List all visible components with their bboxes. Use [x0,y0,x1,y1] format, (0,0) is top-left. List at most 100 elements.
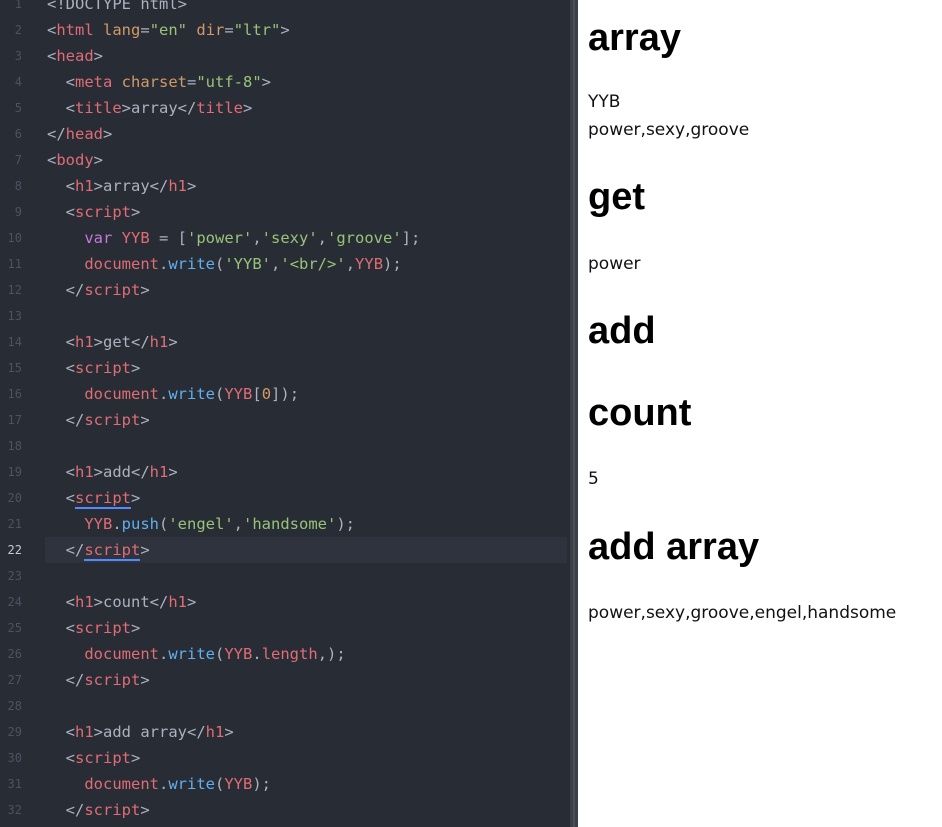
code-line[interactable]: <head> [47,43,567,69]
code-token: h1 [168,177,187,195]
code-token: script [75,203,131,221]
code-line[interactable]: var YYB = ['power','sexy','groove']; [47,225,567,251]
code-token: 'power' [187,229,253,247]
code-token: ); [336,515,356,533]
splitter-grip[interactable] [573,0,575,827]
code-line[interactable]: </script> [47,797,567,823]
line-number: 8 [14,179,22,193]
line-number: 12 [7,283,22,297]
code-line[interactable]: document.write(YYB.length,); [47,641,567,667]
code-line[interactable] [47,693,567,719]
code-line[interactable]: <script> [47,615,567,641]
code-token: ( [215,775,225,793]
code-token: "utf-8" [196,73,262,91]
code-line[interactable]: </head> [47,121,567,147]
code-token: > [224,723,234,741]
code-token: > [243,99,253,117]
code-token: ( [215,255,225,273]
code-line[interactable]: </script> [47,407,567,433]
code-token: . [252,645,262,663]
line-number: 26 [7,647,22,661]
code-line[interactable]: <!DOCTYPE html> [47,0,567,17]
code-token: ); [383,255,402,273]
code-line[interactable]: <script> [47,745,567,771]
code-token: < [47,21,57,39]
code-token: < [47,47,57,65]
code-line[interactable]: document.write(YYB); [47,771,567,797]
code-token: < [47,723,75,741]
code-line[interactable] [47,433,567,459]
code-token: meta [75,73,113,91]
code-line[interactable]: document.write('YYB','<br/>',YYB); [47,251,567,277]
code-token: "en" [149,21,188,39]
code-token: > [168,463,178,481]
code-line[interactable]: document.write(YYB[0]); [47,381,567,407]
code-line[interactable]: <h1>count</h1> [47,589,567,615]
code-token: ( [215,645,225,663]
code-line[interactable]: <html lang="en" dir="ltr"> [47,17,567,43]
code-token: script [84,541,141,561]
code-token: lang [103,21,141,39]
code-token: < [47,593,75,611]
preview-output-get: power [588,254,641,274]
code-token: < [47,203,75,221]
code-token: 'groove' [327,229,402,247]
code-token: < [47,333,75,351]
code-line[interactable]: </script> [47,277,567,303]
code-line[interactable]: <h1>get</h1> [47,329,567,355]
line-number: 24 [7,595,22,609]
code-token: ]; [401,229,421,247]
code-token: , [317,229,328,247]
code-token: 'handsome' [243,515,337,533]
code-token: h1 [168,593,187,611]
code-token: ,); [317,645,346,663]
code-token: > [131,359,141,377]
pane-splitter[interactable] [570,0,578,827]
code-line[interactable]: <h1>array</h1> [47,173,567,199]
code-token: </ [47,801,85,819]
code-token: h1 [75,723,94,741]
code-line[interactable]: <h1>add array</h1> [47,719,567,745]
code-line[interactable]: <meta charset="utf-8"> [47,69,567,95]
line-number: 29 [7,725,22,739]
line-number: 4 [14,75,22,89]
code-line[interactable]: <h1>add</h1> [47,459,567,485]
code-token: < [47,463,75,481]
code-line[interactable]: </script> [47,667,567,693]
code-token: > [140,411,150,429]
code-token: = [187,73,197,91]
code-token: ( [215,385,225,403]
code-token: 'YYB' [224,255,272,273]
code-line[interactable]: </script> [45,537,567,563]
code-line[interactable]: <title>array</title> [47,95,567,121]
code-line[interactable]: <body> [47,147,567,173]
code-token: write [168,775,215,793]
code-token: title [196,99,243,117]
code-token: < [47,489,75,507]
live-preview-pane: array YYB power,sexy,groove get power ad… [578,0,942,827]
preview-heading-get: get [588,176,645,218]
code-token: < [47,177,75,195]
code-token: , [271,255,281,273]
line-number: 14 [7,335,22,349]
code-line[interactable]: <script> [47,485,567,511]
code-line[interactable]: YYB.push('engel','handsome'); [47,511,567,537]
code-token: = [224,21,234,39]
code-token: YYB [224,385,253,403]
code-token: script [75,489,131,509]
code-line[interactable] [47,303,567,329]
code-line[interactable] [47,563,567,589]
code-token: title [75,99,122,117]
code-area[interactable]: <!DOCTYPE html> <html lang="en" dir="ltr"… [45,0,567,823]
code-line[interactable]: <script> [47,199,567,225]
line-number: 31 [7,777,22,791]
code-token: document [84,775,159,793]
code-token: > [168,333,178,351]
preview-output-array-label: YYB [588,92,621,112]
code-editor[interactable]: 1 2 3 4 5 6 7 8 9 10 11 12 13 14 15 16 17 18 19 20 21 22 23 24 2… [0,0,570,827]
code-line[interactable]: <script> [47,355,567,381]
line-number: 6 [14,127,22,141]
